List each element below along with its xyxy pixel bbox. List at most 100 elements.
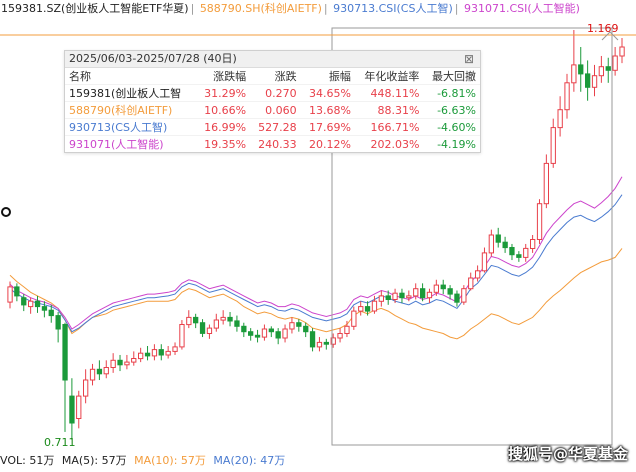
candle [406, 290, 412, 302]
candle [234, 315, 240, 332]
candle [289, 317, 295, 334]
candle [172, 342, 178, 355]
candle [55, 311, 61, 343]
row-max-drawdown: -4.60% [423, 118, 480, 136]
candle [612, 47, 618, 76]
table-row[interactable]: 930713(CS人工智) 16.99% 527.28 17.69% 166.7… [65, 118, 480, 136]
close-icon[interactable]: ⊠ [464, 51, 474, 67]
ma20-label: MA(20): 47万 [213, 454, 286, 467]
min-price-label: 0.711 [44, 436, 76, 449]
candle [516, 251, 522, 262]
candle [83, 369, 89, 404]
candle [110, 353, 116, 373]
candle [158, 344, 164, 361]
candle [585, 60, 591, 101]
candle [89, 363, 96, 386]
candle [14, 283, 20, 302]
candle [316, 337, 323, 352]
row-amplitude: 20.12% [300, 135, 355, 152]
series-line-csi931071 [9, 176, 623, 330]
candle [488, 229, 495, 257]
row-change-pct: 19.35% [195, 135, 251, 152]
row-max-drawdown: -4.19% [423, 135, 480, 152]
row-annual-return: 166.71% [354, 118, 424, 136]
candle [564, 73, 570, 119]
candle [103, 360, 109, 379]
row-change: 240.33 [250, 135, 301, 152]
candle [557, 96, 563, 137]
volume-legend: VOL: 51万 MA(5): 57万 MA(10): 57万 MA(20): … [0, 452, 289, 470]
candle [275, 328, 281, 345]
col-header-annual-return: 年化收益率 [364, 70, 420, 83]
candle [199, 319, 206, 338]
candle [131, 351, 137, 366]
candle [309, 328, 316, 352]
table-row[interactable]: 931071(人工智能) 19.35% 240.33 20.12% 202.03… [65, 135, 480, 152]
candle [179, 320, 185, 350]
candle [254, 329, 261, 343]
candle [248, 328, 254, 341]
row-annual-return: 202.03% [354, 135, 424, 152]
table-row[interactable]: 159381(创业板人工智 31.29% 0.270 34.65% 448.11… [65, 84, 480, 102]
candle [530, 235, 536, 253]
row-max-drawdown: -6.81% [423, 84, 480, 102]
candle [144, 346, 151, 361]
row-change-pct: 10.66% [195, 101, 251, 119]
row-amplitude: 13.68% [300, 101, 355, 119]
candle [550, 118, 556, 168]
series-line-csi930713 [9, 194, 623, 333]
row-annual-return: 448.11% [354, 84, 424, 102]
candle [571, 30, 577, 92]
candle [165, 346, 171, 359]
col-header-change-pct: 涨跌幅 [213, 70, 247, 83]
candle [69, 378, 75, 440]
candle [495, 227, 501, 248]
candle [76, 390, 82, 429]
candle [241, 322, 247, 338]
candle [296, 319, 302, 332]
col-header-change: 涨跌 [274, 70, 297, 83]
candle [227, 311, 233, 327]
row-change: 0.270 [250, 84, 301, 102]
candle [124, 354, 130, 370]
candle [461, 285, 467, 305]
watermark: 搜狐号@华夏基金 [507, 445, 628, 463]
row-annual-return: 88.31% [354, 101, 424, 119]
col-header-max-drawdown: 最大回撤 [432, 70, 476, 83]
stats-period: 2025/06/03-2025/07/28 (40日) ⊠ [65, 51, 480, 68]
ma10-label: MA(10): 57万 [134, 454, 206, 467]
row-name: 931071(人工智能) [65, 135, 196, 152]
candle [426, 288, 433, 304]
candle [337, 328, 343, 343]
candle [282, 324, 288, 343]
candle [220, 310, 226, 325]
col-header-name: 名称 [69, 70, 91, 83]
row-amplitude: 17.69% [300, 118, 355, 136]
row-amplitude: 34.65% [300, 84, 355, 102]
candle [351, 306, 357, 330]
candle [261, 324, 268, 341]
row-change-pct: 31.29% [195, 84, 251, 102]
series-line-etf588790 [9, 248, 623, 340]
candle [117, 354, 123, 372]
candle [186, 310, 192, 329]
vol-label: VOL: 51万 [0, 454, 55, 467]
candle [399, 288, 405, 304]
start-marker-icon [1, 207, 11, 217]
candle [454, 290, 460, 307]
candle [213, 313, 219, 332]
candle [502, 236, 508, 253]
candle [193, 313, 199, 329]
candle [323, 338, 330, 350]
candle [598, 55, 605, 83]
candle [509, 243, 515, 261]
table-row[interactable]: 588790(科创AIETF) 10.66% 0.060 13.68% 88.3… [65, 101, 480, 119]
candle [268, 326, 275, 338]
row-change: 527.28 [250, 118, 301, 136]
candle [358, 301, 364, 316]
row-max-drawdown: -6.63% [423, 101, 480, 119]
candle [34, 295, 41, 313]
row-change: 0.060 [250, 101, 301, 119]
candle [206, 324, 213, 339]
candle [41, 301, 48, 318]
